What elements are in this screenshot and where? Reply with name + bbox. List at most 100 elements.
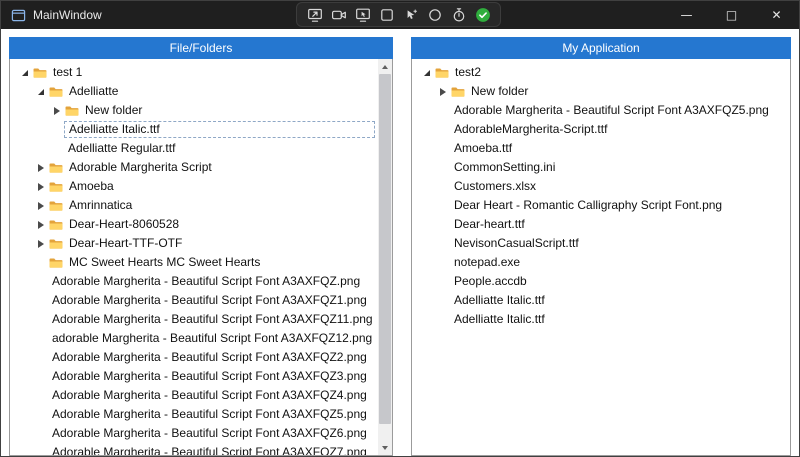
tree-item-file[interactable]: Adorable Margherita - Beautiful Script F…	[412, 101, 790, 120]
tree-item-file[interactable]: Dear-heart.ttf	[412, 215, 790, 234]
tree-item-file[interactable]: AdorableMargherita-Script.ttf	[412, 120, 790, 139]
scroll-down-button[interactable]	[378, 440, 392, 455]
triangle-glyph	[38, 164, 44, 172]
maximize-button[interactable]: □	[709, 1, 754, 29]
expander-spacer	[436, 313, 450, 327]
screen-share-icon[interactable]	[306, 6, 323, 23]
expand-arrow-icon[interactable]	[34, 180, 48, 194]
tree-item-label: Adorable Margherita - Beautiful Script F…	[48, 425, 371, 442]
tree-item-file[interactable]: Amoeba.ttf	[412, 139, 790, 158]
ring-icon[interactable]	[426, 6, 443, 23]
expander-spacer	[34, 389, 48, 403]
triangle-glyph	[54, 107, 60, 115]
tree-item-file[interactable]: Adelliatte Italic.ttf	[412, 291, 790, 310]
scrollbar-track[interactable]	[378, 74, 392, 440]
tree-item-label: Amoeba.ttf	[450, 140, 516, 157]
app-icon[interactable]	[11, 8, 26, 23]
camera-icon[interactable]	[330, 6, 347, 23]
tree-item-folder[interactable]: Amoeba	[10, 177, 378, 196]
files-tree-container: test 1AdelliatteNew folderAdelliatte Ita…	[9, 59, 393, 456]
expander-spacer	[34, 370, 48, 384]
tree-item-label: Adelliatte Regular.ttf	[64, 140, 179, 157]
close-button[interactable]: ✕	[754, 1, 799, 29]
tree-item-folder[interactable]: test2	[412, 63, 790, 82]
folder-icon	[48, 219, 65, 231]
expand-arrow-icon[interactable]	[34, 218, 48, 232]
tree-item-file[interactable]: People.accdb	[412, 272, 790, 291]
scrollbar-thumb[interactable]	[379, 74, 391, 424]
tree-item-file[interactable]: Adorable Margherita - Beautiful Script F…	[10, 424, 378, 443]
tree-item-file[interactable]: Adorable Margherita - Beautiful Script F…	[10, 272, 378, 291]
minimize-button[interactable]: —	[664, 1, 709, 29]
titlebar[interactable]: MainWindow — □ ✕	[1, 1, 799, 29]
window-icon[interactable]	[378, 6, 395, 23]
tree-item-folder[interactable]: MC Sweet Hearts MC Sweet Hearts	[10, 253, 378, 272]
tree-item-file[interactable]: adorable Margherita - Beautiful Script F…	[10, 329, 378, 348]
expander-spacer	[34, 427, 48, 441]
tree-item-folder[interactable]: Dear-Heart-8060528	[10, 215, 378, 234]
tree-item-file[interactable]: Adorable Margherita - Beautiful Script F…	[10, 310, 378, 329]
folder-icon	[64, 105, 81, 117]
tree-item-label: Adorable Margherita - Beautiful Script F…	[48, 311, 377, 328]
tree-item-label: Adorable Margherita - Beautiful Script F…	[48, 387, 371, 404]
tree-item-file[interactable]: Dear Heart - Romantic Calligraphy Script…	[412, 196, 790, 215]
tree-item-file[interactable]: notepad.exe	[412, 253, 790, 272]
expander-spacer	[436, 256, 450, 270]
tree-item-file[interactable]: Adelliatte Italic.ttf	[412, 310, 790, 329]
tree-item-label: Adorable Margherita - Beautiful Script F…	[48, 444, 371, 455]
recorder-toolbar	[296, 2, 501, 27]
expand-arrow-icon[interactable]	[34, 161, 48, 175]
tree-item-label: Adorable Margherita - Beautiful Script F…	[48, 368, 371, 385]
folder-icon	[48, 86, 65, 98]
tree-item-label: Adelliatte Italic.ttf	[64, 121, 375, 138]
tree-item-folder[interactable]: test 1	[10, 63, 378, 82]
tree-item-folder[interactable]: New folder	[10, 101, 378, 120]
expand-arrow-icon[interactable]	[436, 85, 450, 99]
tree-item-file[interactable]: Adelliatte Regular.ttf	[10, 139, 378, 158]
tree-item-folder[interactable]: Dear-Heart-TTF-OTF	[10, 234, 378, 253]
application-panel: My Application test2New folderAdorable M…	[411, 37, 791, 456]
tree-item-label: NevisonCasualScript.ttf	[450, 235, 583, 252]
expander-spacer	[436, 199, 450, 213]
files-tree[interactable]: test 1AdelliatteNew folderAdelliatte Ita…	[10, 59, 378, 455]
files-tree-scrollbar[interactable]	[378, 59, 392, 455]
tree-item-label: Customers.xlsx	[450, 178, 540, 195]
triangle-glyph	[424, 70, 430, 76]
expander-spacer	[436, 161, 450, 175]
main-window: MainWindow — □ ✕ File/Folders test 1Adel…	[0, 0, 800, 457]
expand-arrow-icon[interactable]	[34, 199, 48, 213]
tree-item-folder[interactable]: Amrinnatica	[10, 196, 378, 215]
content-area: File/Folders test 1AdelliatteNew folderA…	[1, 29, 799, 456]
tree-item-label: Adelliatte	[65, 83, 122, 100]
tree-item-file[interactable]: Adorable Margherita - Beautiful Script F…	[10, 386, 378, 405]
tree-item-file[interactable]: Adelliatte Italic.ttf	[10, 120, 378, 139]
collapse-arrow-icon[interactable]	[420, 66, 434, 80]
tree-item-file[interactable]: Adorable Margherita - Beautiful Script F…	[10, 443, 378, 455]
expander-spacer	[436, 180, 450, 194]
timer-icon[interactable]	[450, 6, 467, 23]
tree-item-label: Adelliatte Italic.ttf	[450, 292, 549, 309]
expander-spacer	[34, 351, 48, 365]
tree-item-file[interactable]: CommonSetting.ini	[412, 158, 790, 177]
tree-item-file[interactable]: Adorable Margherita - Beautiful Script F…	[10, 291, 378, 310]
tree-item-file[interactable]: Adorable Margherita - Beautiful Script F…	[10, 405, 378, 424]
tree-item-file[interactable]: Adorable Margherita - Beautiful Script F…	[10, 348, 378, 367]
tree-item-file[interactable]: Customers.xlsx	[412, 177, 790, 196]
tree-item-file[interactable]: NevisonCasualScript.ttf	[412, 234, 790, 253]
tree-item-folder[interactable]: Adelliatte	[10, 82, 378, 101]
scroll-up-button[interactable]	[378, 59, 392, 74]
expander-spacer	[34, 446, 48, 456]
collapse-arrow-icon[interactable]	[34, 85, 48, 99]
collapse-arrow-icon[interactable]	[18, 66, 32, 80]
expand-arrow-icon[interactable]	[34, 237, 48, 251]
application-tree[interactable]: test2New folderAdorable Margherita - Bea…	[412, 59, 790, 455]
expand-arrow-icon[interactable]	[50, 104, 64, 118]
check-icon[interactable]	[474, 6, 491, 23]
screen-cursor-icon[interactable]	[354, 6, 371, 23]
tree-item-folder[interactable]: New folder	[412, 82, 790, 101]
cursor-effects-icon[interactable]	[402, 6, 419, 23]
tree-item-folder[interactable]: Adorable Margherita Script	[10, 158, 378, 177]
folder-icon	[48, 238, 65, 250]
tree-item-file[interactable]: Adorable Margherita - Beautiful Script F…	[10, 367, 378, 386]
tree-item-label: notepad.exe	[450, 254, 524, 271]
